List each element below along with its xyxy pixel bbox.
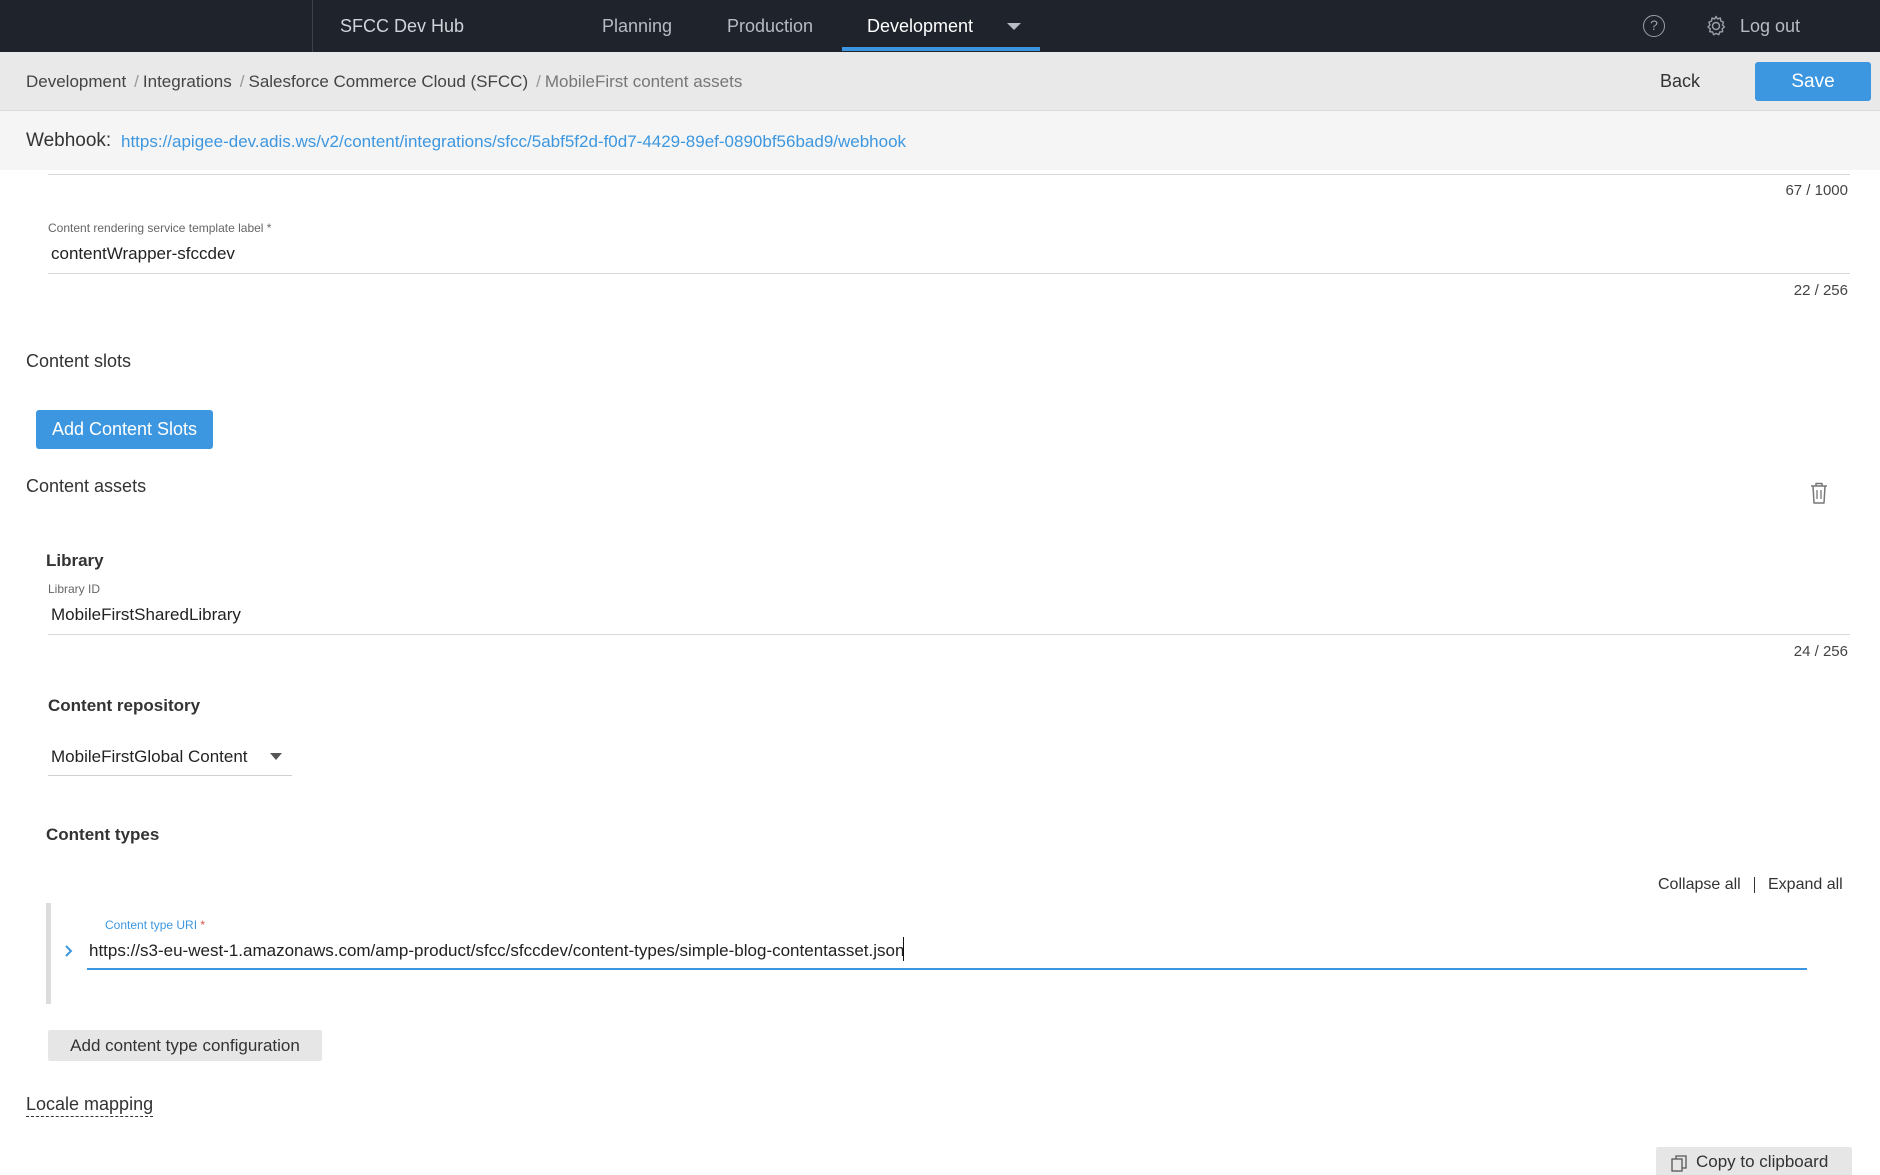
gear-icon[interactable] [1704,14,1728,38]
field-underline [48,634,1850,635]
webhook-label: Webhook: [26,130,112,151]
char-counter: 24 / 256 [1793,643,1848,660]
library-id-field-label: Library ID [48,582,101,596]
library-id-input[interactable]: MobileFirstSharedLibrary [51,605,241,625]
char-counter: 22 / 256 [1793,282,1848,299]
save-button[interactable]: Save [1755,62,1871,101]
nav-tab-planning[interactable]: Planning [602,0,672,52]
char-counter: 67 / 1000 [1785,182,1848,199]
breadcrumb-separator: / [134,72,139,91]
template-label-field-label: Content rendering service template label… [48,221,272,235]
app-brand[interactable]: SFCC Dev Hub [340,16,464,37]
collapse-all-link[interactable]: Collapse all [1658,876,1741,894]
trash-icon[interactable] [1808,481,1830,505]
nav-active-indicator [842,47,1040,51]
content-types-title: Content types [46,825,160,844]
breadcrumb-separator: / [536,72,541,91]
content-repository-selected: MobileFirstGlobal Content [51,747,248,766]
help-icon[interactable]: ? [1643,15,1665,37]
breadcrumb: Development / Integrations / Salesforce Comm… [26,52,742,111]
breadcrumb-item-current: MobileFirst content assets [544,72,743,91]
nav-tab-production[interactable]: Production [727,0,813,52]
breadcrumb-separator: / [239,72,245,91]
back-button[interactable]: Back [1660,52,1700,111]
chevron-right-icon[interactable] [63,944,75,958]
library-title: Library [46,551,104,570]
breadcrumb-item-sfcc[interactable]: Salesforce Commerce Cloud (SFCC) [248,72,528,91]
expand-all-link[interactable]: Expand all [1768,876,1843,894]
content-assets-title: Content assets [26,476,147,496]
copy-icon [1671,1155,1687,1172]
link-divider [1754,877,1755,893]
locale-mapping-link[interactable]: Locale mapping [26,1094,154,1117]
nav-tab-development[interactable]: Development [867,0,973,52]
template-label-input[interactable]: contentWrapper-sfccdev [51,244,235,264]
text-cursor [903,937,904,961]
chevron-down-icon[interactable] [1007,23,1021,30]
content-type-uri-underline [87,968,1807,970]
logout-link[interactable]: Log out [1740,0,1800,52]
content-slots-title: Content slots [26,351,132,371]
field-underline [48,174,1850,175]
add-content-slots-button[interactable]: Add Content Slots [36,410,213,449]
required-marker: * [200,918,206,932]
breadcrumb-item-development[interactable]: Development [26,72,126,91]
content-repository-select[interactable]: MobileFirstGlobal Content [48,738,292,776]
field-underline [48,273,1850,274]
webhook-bar: Webhook: https://apigee-dev.adis.ws/v2/c… [0,111,1880,170]
breadcrumb-item-integrations[interactable]: Integrations [143,72,232,91]
brand-divider [312,0,313,52]
chevron-down-icon [270,753,282,760]
content-type-uri-input[interactable]: https://s3-eu-west-1.amazonaws.com/amp-p… [89,941,904,961]
breadcrumb-bar: Development / Integrations / Salesforce Comm… [0,52,1880,111]
add-content-type-config-button[interactable]: Add content type configuration [48,1030,322,1061]
webhook-url-link[interactable]: https://apigee-dev.adis.ws/v2/content/in… [121,132,906,152]
top-nav: SFCC Dev Hub Planning Production Develop… [0,0,1880,52]
content-type-uri-label: Content type URI * [105,918,205,932]
content-type-uri-label-text: Content type URI [105,918,198,932]
content-repository-title: Content repository [48,696,201,715]
